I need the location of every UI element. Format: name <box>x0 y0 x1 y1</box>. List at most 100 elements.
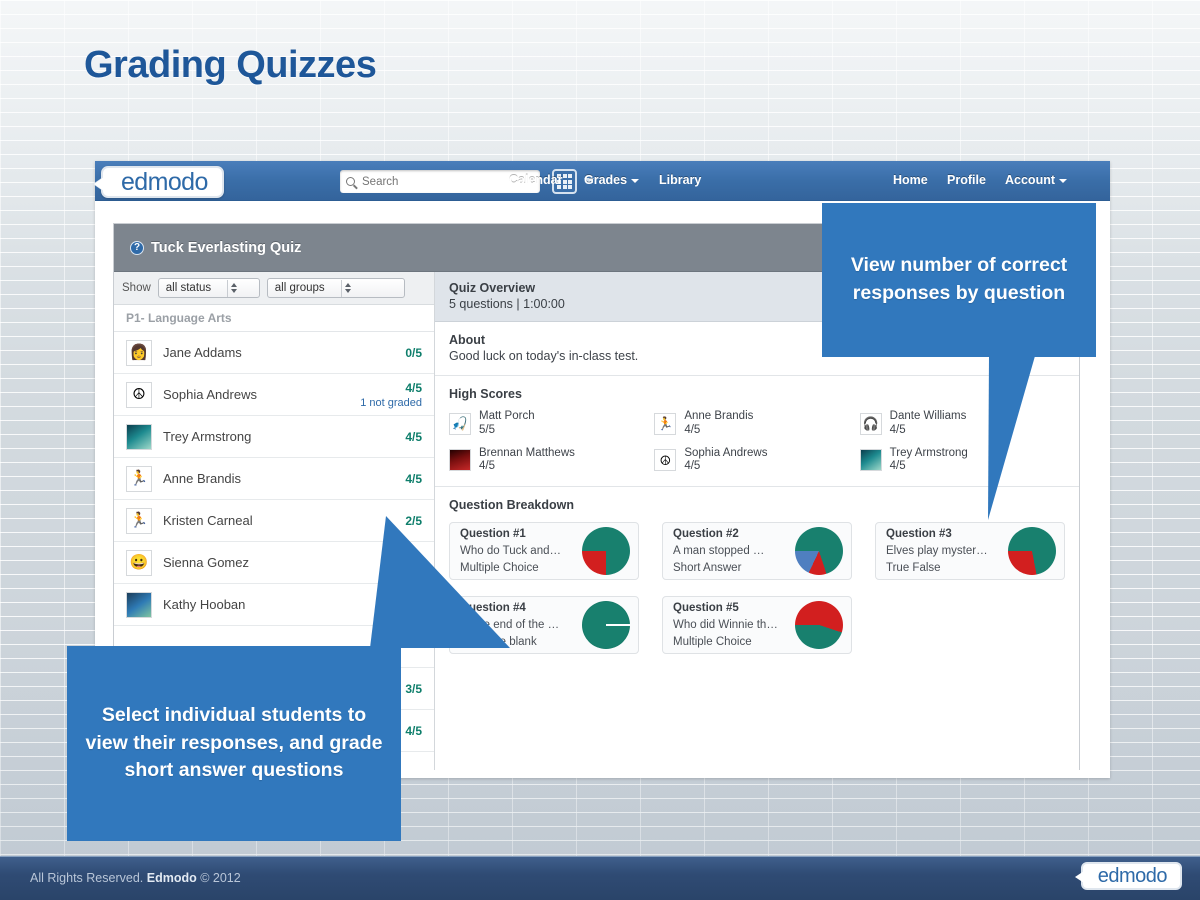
high-score-item[interactable]: Trey Armstrong 4/5 <box>859 447 1065 475</box>
nav-link-library[interactable]: Library <box>659 173 701 187</box>
student-group-label: P1- Language Arts <box>114 305 434 332</box>
status-filter-value: all status <box>165 282 212 294</box>
high-score-item[interactable]: ☮ Sophia Andrews 4/5 <box>654 447 859 475</box>
top-navigation-bar: edmodo Calendar Grades Library Home Prof… <box>95 161 1110 201</box>
question-card[interactable]: Question #1 Who do Tuck and… Multiple Choi… <box>449 522 639 581</box>
avatar: 🏃 <box>126 507 152 534</box>
student-score-wrap: 2/5 <box>405 512 422 530</box>
footer-brand: Edmodo <box>146 871 197 885</box>
high-scores-grid: 🎣 Matt Porch 5/5 🏃 Anne Brandis 4/5 🎧 Dante Wil… <box>449 410 1065 474</box>
student-score: 3/5 <box>405 681 422 696</box>
question-result-pie-chart <box>582 601 630 650</box>
nav-link-account[interactable]: Account <box>1005 173 1067 187</box>
avatar: 👩 <box>126 339 152 366</box>
high-score-value: 4/5 <box>479 460 495 473</box>
nav-link-profile[interactable]: Profile <box>947 173 986 187</box>
high-score-name: Sophia Andrews <box>684 446 768 459</box>
question-card[interactable]: Question #5 Who did Winnie th… Multiple Ch… <box>662 596 852 655</box>
question-card-prompt: A man stopped … <box>673 544 765 557</box>
question-card-title: Question #1 <box>460 528 526 541</box>
question-cards-grid: Question #1 Who do Tuck and… Multiple Choi… <box>449 522 1065 655</box>
question-card-title: Question #2 <box>673 528 739 541</box>
high-score-meta: Sophia Andrews 4/5 <box>684 447 767 475</box>
high-score-name: Brennan Matthews <box>479 446 575 459</box>
student-score: 0/5 <box>405 345 422 360</box>
question-card-text: Question #3 Elves play myster… True False <box>886 526 1004 576</box>
question-card-title: Question #5 <box>673 602 739 615</box>
high-score-name: Dante Williams <box>889 410 967 422</box>
high-score-meta: Trey Armstrong 4/5 <box>890 447 968 475</box>
nav-link-home[interactable]: Home <box>893 173 928 187</box>
high-score-value: 4/5 <box>684 423 701 436</box>
high-score-item[interactable]: 🏃 Anne Brandis 4/5 <box>654 410 859 438</box>
student-score: 4/5 <box>405 380 422 395</box>
avatar <box>126 423 152 450</box>
chevron-down-icon <box>631 178 640 183</box>
question-result-pie-chart <box>795 527 843 576</box>
high-score-item[interactable]: Brennan Matthews 4/5 <box>449 447 654 475</box>
student-score-wrap: 4/5 <box>405 428 422 446</box>
question-card-title: Question #3 <box>886 528 952 541</box>
student-score: 4/5 <box>405 723 422 738</box>
student-score-wrap: 4/5 <box>405 722 422 740</box>
high-score-meta: Matt Porch 5/5 <box>479 410 535 438</box>
avatar <box>449 449 471 472</box>
page-title: Grading Quizzes <box>84 44 377 86</box>
question-result-pie-chart <box>1008 527 1056 576</box>
footer-rights-text: All Rights Reserved. <box>30 871 144 885</box>
status-filter-select[interactable]: all status <box>157 278 260 298</box>
slide-footer: All Rights Reserved. Edmodo © 2012 edmod… <box>0 856 1200 900</box>
high-score-item[interactable]: 🎣 Matt Porch 5/5 <box>449 410 654 438</box>
high-score-value: 4/5 <box>889 460 906 473</box>
student-score-wrap: 4/5 <box>405 470 422 488</box>
question-card[interactable]: Question #2 A man stopped … Short Answer <box>662 522 852 581</box>
student-row[interactable]: ☮ Sophia Andrews 4/5 1 not graded <box>114 374 434 416</box>
student-row[interactable]: 👩 Jane Addams 0/5 <box>114 332 434 374</box>
avatar: 🎣 <box>449 412 471 435</box>
question-card[interactable]: Question #3 Elves play myster… True False <box>875 522 1065 581</box>
student-name: Trey Armstrong <box>163 429 252 444</box>
avatar: 🏃 <box>126 465 152 492</box>
student-score: 4/5 <box>405 471 422 486</box>
stepper-icon <box>227 279 240 297</box>
student-row[interactable]: Trey Armstrong 4/5 <box>114 416 434 458</box>
high-score-name: Anne Brandis <box>684 410 754 422</box>
student-name: Kathy Hooban <box>163 597 246 612</box>
question-card-prompt: Who did Winnie th… <box>673 618 778 631</box>
edmodo-logo[interactable]: edmodo <box>101 166 224 198</box>
student-score-wrap: 4/5 1 not graded <box>360 379 422 411</box>
student-name: Anne Brandis <box>163 471 242 486</box>
nav-link-grades[interactable]: Grades <box>584 173 640 187</box>
question-card-type: Short Answer <box>673 561 742 574</box>
high-score-meta: Dante Williams 4/5 <box>890 410 967 438</box>
avatar <box>126 591 152 618</box>
student-name: Sienna Gomez <box>163 555 249 570</box>
nav-link-calendar[interactable]: Calendar <box>509 173 563 187</box>
callout-bottom: Select individual students to view their… <box>67 646 401 841</box>
student-row[interactable]: 🏃 Anne Brandis 4/5 <box>114 458 434 500</box>
high-scores-section: High Scores 🎣 Matt Porch 5/5 🏃 Anne Brandis 4… <box>435 376 1079 488</box>
show-label: Show <box>122 282 151 294</box>
student-score: 4/5 <box>405 429 422 444</box>
avatar: ☮ <box>654 449 677 472</box>
groups-filter-select[interactable]: all groups <box>266 278 405 298</box>
footer-copyright-year: © 2012 <box>200 871 241 885</box>
quiz-type-icon: ? <box>130 240 144 255</box>
question-card-text: Question #1 Who do Tuck and… Multiple Choi… <box>460 526 578 576</box>
footer-edmodo-logo: edmodo <box>1074 862 1182 890</box>
question-result-pie-chart <box>795 601 843 650</box>
filter-bar: Show all status all groups <box>114 272 434 305</box>
question-card-text: Question #2 A man stopped … Short Answer <box>673 526 791 576</box>
avatar <box>859 449 882 472</box>
question-card-type: True False <box>886 561 941 574</box>
footer-copyright: All Rights Reserved. Edmodo © 2012 <box>30 871 241 885</box>
groups-filter-value: all groups <box>274 282 325 294</box>
high-score-name: Trey Armstrong <box>889 446 968 459</box>
question-card-type: Multiple Choice <box>673 635 752 648</box>
avatar: 🏃 <box>654 412 677 435</box>
student-name: Kristen Carneal <box>163 513 253 528</box>
high-score-item[interactable]: 🎧 Dante Williams 4/5 <box>859 410 1065 438</box>
question-card-prompt: Who do Tuck and… <box>460 544 561 557</box>
avatar: 🎧 <box>859 412 882 435</box>
high-score-meta: Anne Brandis 4/5 <box>684 410 753 438</box>
